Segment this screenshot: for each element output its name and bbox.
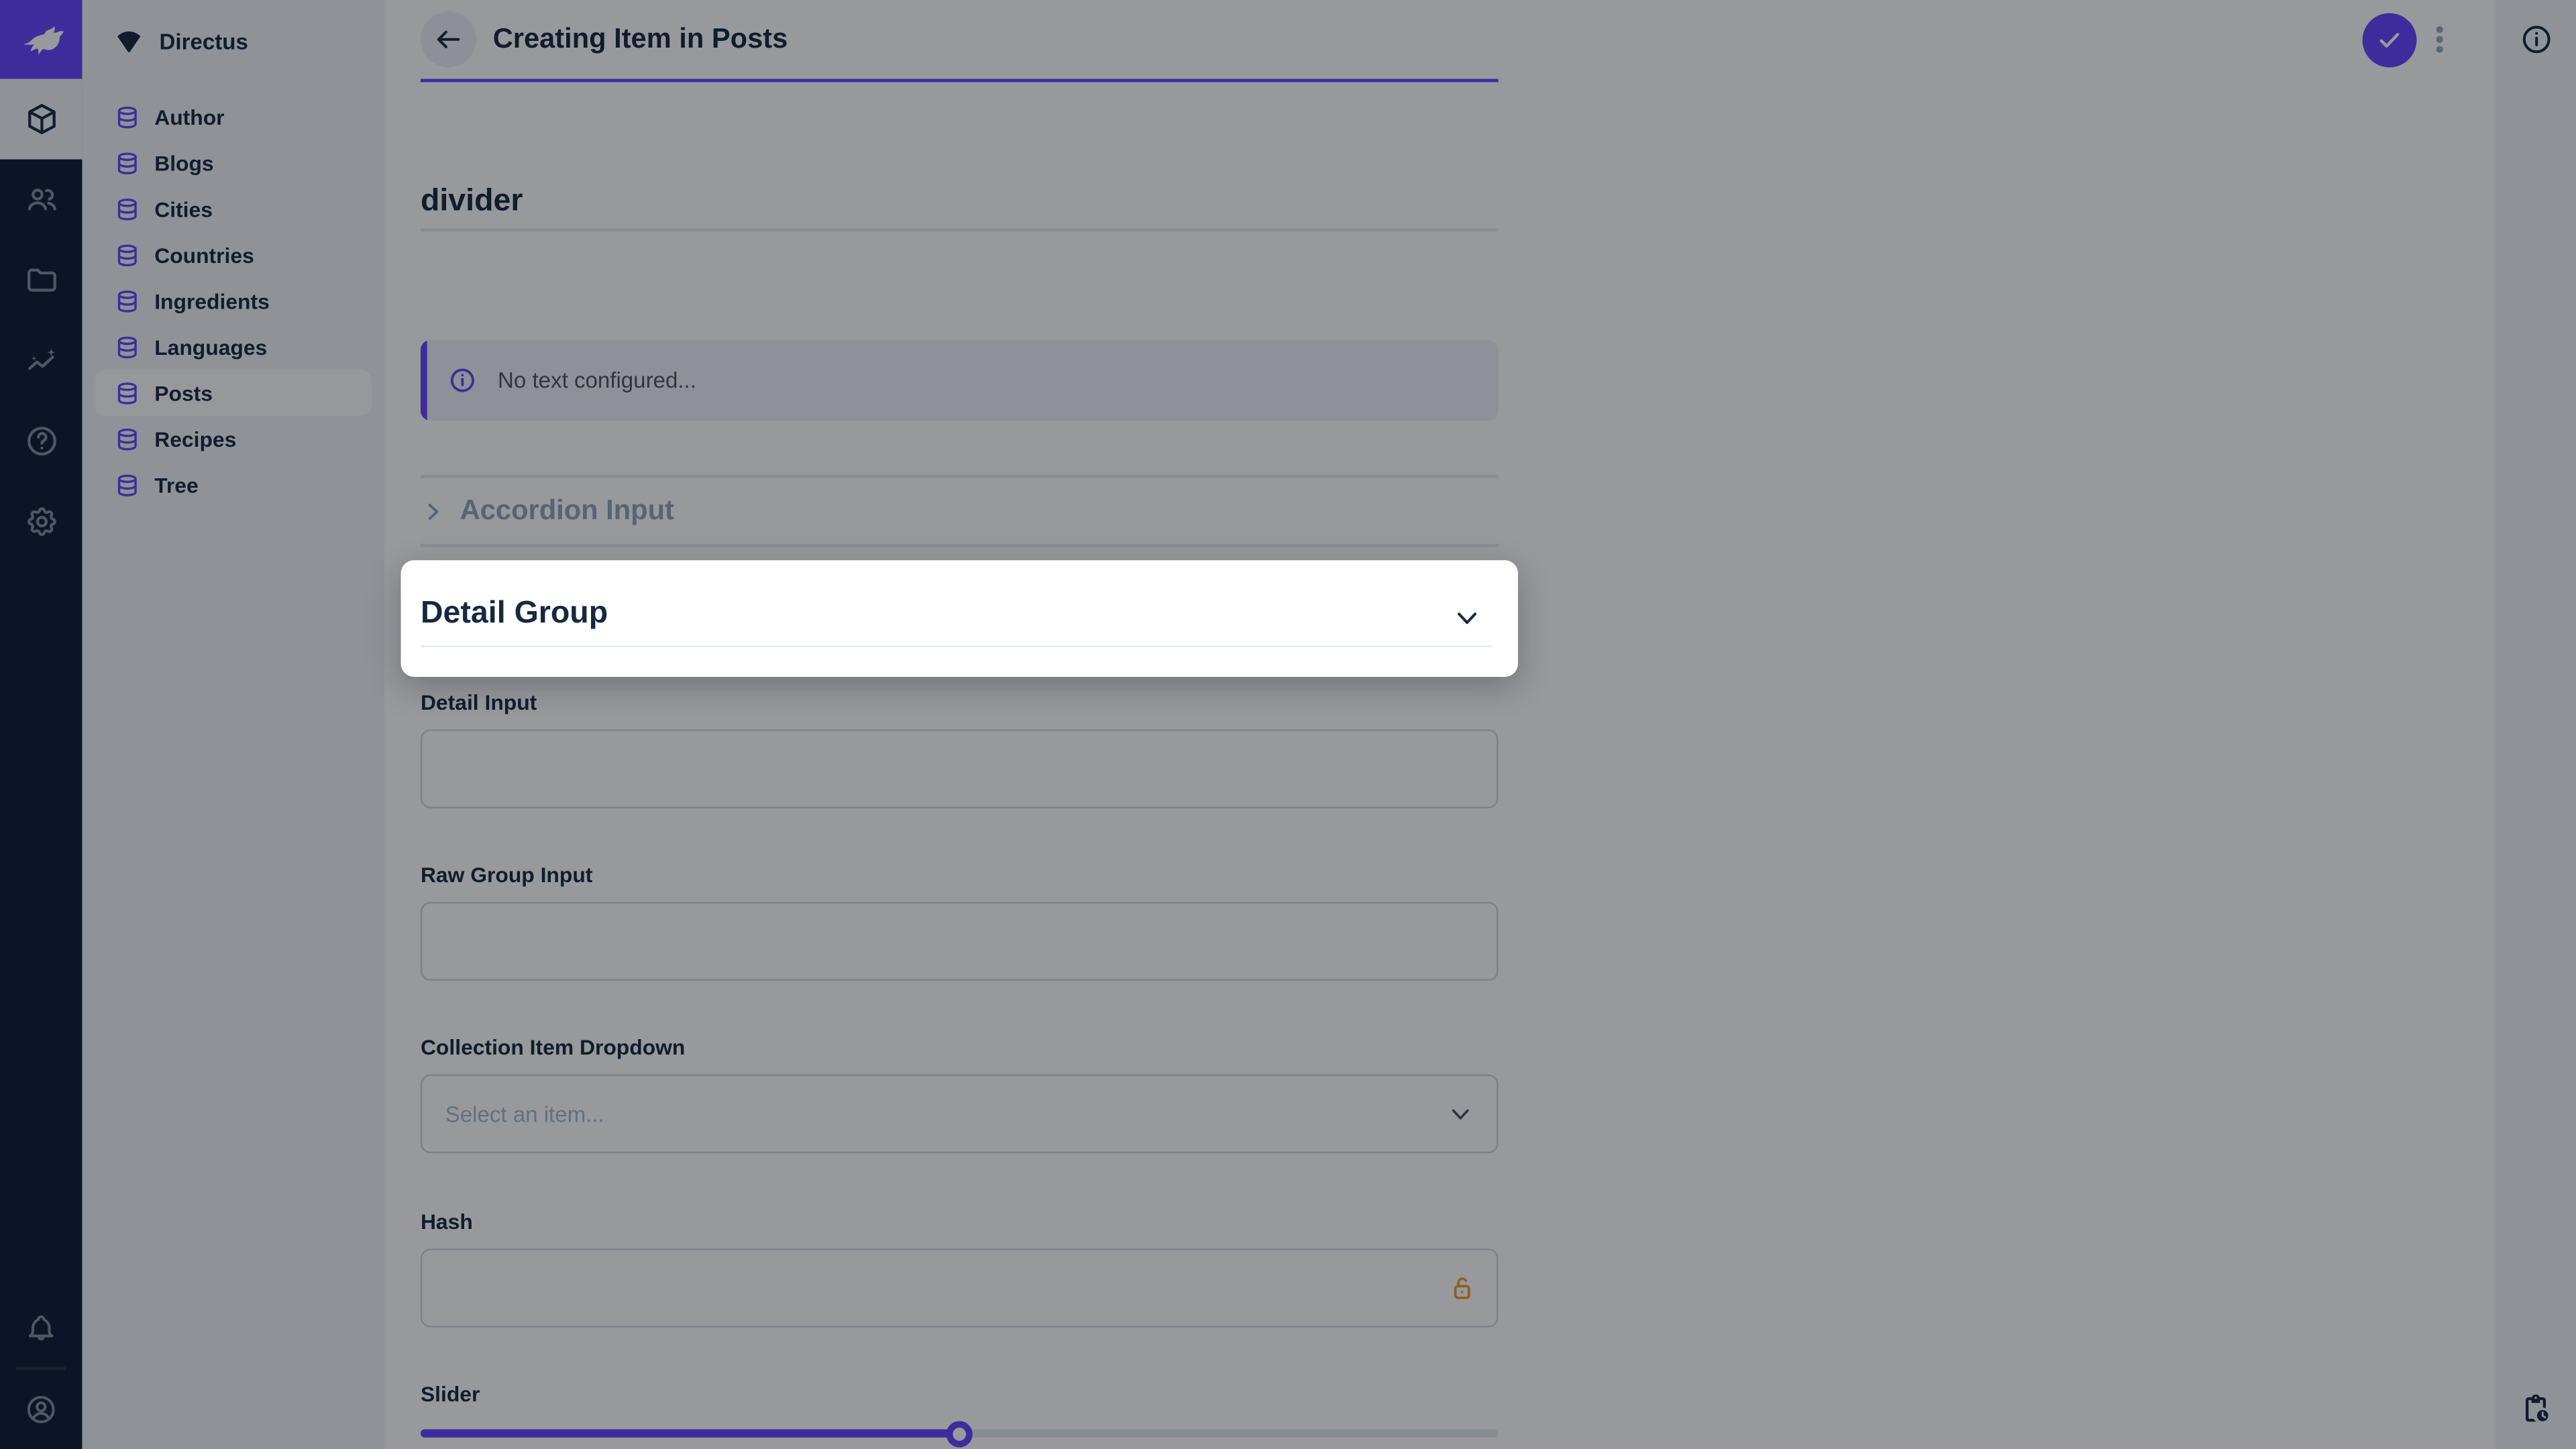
- detail-group-label: Detail Group: [421, 596, 608, 633]
- chevron-down-icon[interactable]: [1452, 603, 1482, 633]
- detail-group-card[interactable]: Detail Group: [401, 560, 1518, 677]
- dim-overlay[interactable]: [0, 0, 2576, 1449]
- detail-group-rule: [421, 645, 1492, 647]
- directus-app: Directus Author Blogs Cities Countries I…: [0, 0, 2576, 1449]
